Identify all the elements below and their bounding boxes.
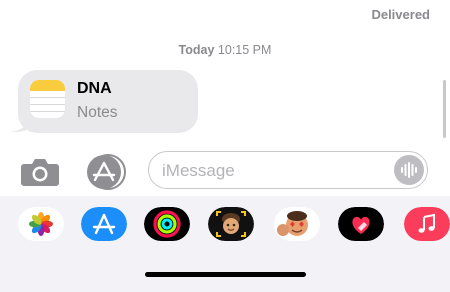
digital-touch-icon[interactable]	[338, 207, 384, 241]
imessage-input[interactable]: iMessage	[148, 151, 428, 189]
music-icon[interactable]	[404, 207, 450, 241]
notes-app-icon	[30, 80, 65, 118]
animoji-icon[interactable]	[274, 207, 320, 241]
app-store-icon[interactable]	[84, 154, 128, 190]
waveform-icon	[401, 162, 417, 178]
app-store-icon[interactable]	[81, 207, 127, 241]
timestamp-day: Today	[178, 43, 215, 57]
note-source-app: Notes	[77, 104, 118, 121]
scroll-indicator[interactable]	[443, 80, 446, 138]
message-timestamp: Today 10:15 PM	[0, 43, 450, 57]
photos-icon[interactable]	[18, 207, 64, 241]
home-indicator[interactable]	[145, 272, 306, 277]
delivered-status: Delivered	[371, 7, 430, 22]
memoji-icon[interactable]	[208, 207, 254, 241]
activity-rings-icon[interactable]	[144, 207, 190, 241]
camera-icon[interactable]	[20, 157, 60, 187]
timestamp-time: 10:15 PM	[217, 43, 272, 57]
audio-message-button[interactable]	[394, 155, 424, 185]
note-title: DNA	[77, 80, 112, 97]
imessage-placeholder: iMessage	[162, 161, 235, 180]
